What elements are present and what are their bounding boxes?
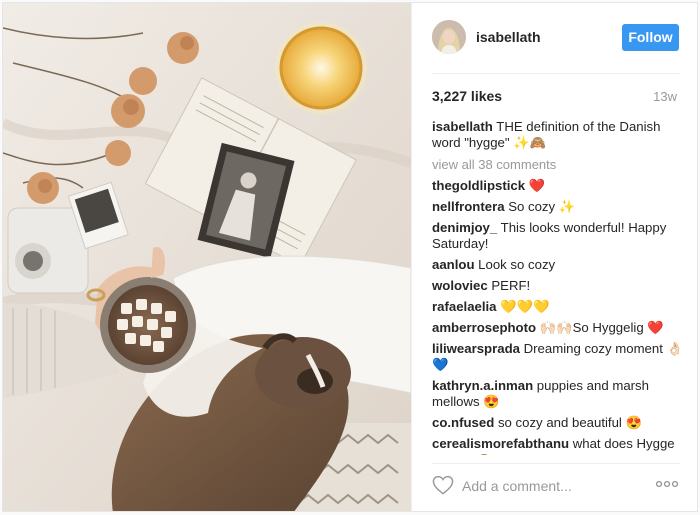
comment-username[interactable]: nellfrontera	[432, 199, 505, 214]
comment-item: denimjoy_ This looks wonderful! Happy Sa…	[432, 220, 684, 252]
comment-username[interactable]: liliwearsprada	[432, 341, 520, 356]
comment-text: So cozy ✨	[504, 199, 576, 214]
comment-item: kathryn.a.inman puppies and marsh mellow…	[432, 378, 684, 410]
caption-username[interactable]: isabellath	[432, 119, 493, 134]
comment-username[interactable]: aanlou	[432, 257, 475, 272]
comment-item: aanlou Look so cozy	[432, 257, 684, 273]
comment-item: amberrosephoto 🙌🏻🙌🏻So Hyggelig ❤️	[432, 320, 684, 336]
post-photo[interactable]	[3, 3, 411, 511]
more-options-icon[interactable]	[655, 477, 679, 491]
likes-count[interactable]: 3,227 likes	[432, 88, 502, 104]
comment-username[interactable]: amberrosephoto	[432, 320, 536, 335]
comment-text: ❤️	[525, 178, 546, 193]
comment-item: rafaelaelia 💛💛💛	[432, 299, 684, 315]
comment-username[interactable]: kathryn.a.inman	[432, 378, 533, 393]
avatar[interactable]	[432, 20, 466, 54]
comment-text: so cozy and beautiful 😍	[494, 415, 642, 430]
comment-item: cerealismorefabthanu what does Hygge mea…	[432, 436, 684, 455]
comment-username[interactable]: denimjoy_	[432, 220, 497, 235]
post-details-panel: isabellath Follow 3,227 likes 13w isabel…	[411, 3, 697, 511]
comment-text: PERF!	[487, 278, 531, 293]
heart-outline-icon[interactable]	[432, 475, 454, 495]
comment-username[interactable]: rafaelaelia	[432, 299, 497, 314]
comment-item: thegoldlipstick ❤️	[432, 178, 684, 194]
post-header: isabellath Follow	[412, 3, 697, 73]
comment-username[interactable]: co.nfused	[432, 415, 494, 430]
comment-item: co.nfused so cozy and beautiful 😍	[432, 415, 684, 431]
comment-item: nellfrontera So cozy ✨	[432, 199, 684, 215]
instagram-post-card: isabellath Follow 3,227 likes 13w isabel…	[2, 2, 698, 512]
comment-username[interactable]: thegoldlipstick	[432, 178, 525, 193]
comment-username[interactable]: cerealismorefabthanu	[432, 436, 569, 451]
comment-text: 💛💛💛	[496, 299, 550, 314]
add-comment-input[interactable]	[462, 475, 652, 497]
post-timestamp[interactable]: 13w	[653, 89, 677, 104]
post-author-username[interactable]: isabellath	[476, 29, 541, 45]
comment-footer	[412, 463, 697, 511]
comment-text: 🙌🏻🙌🏻So Hyggelig ❤️	[536, 320, 664, 335]
view-all-comments-link[interactable]: view all 38 comments	[432, 157, 684, 172]
follow-button[interactable]: Follow	[622, 24, 679, 51]
comment-username[interactable]: woloviec	[432, 278, 488, 293]
comments-list[interactable]: isabellath THE definition of the Danish …	[432, 119, 684, 455]
comment-item: woloviec PERF!	[432, 278, 684, 294]
post-caption: isabellath THE definition of the Danish …	[432, 119, 684, 151]
comment-text: Look so cozy	[474, 257, 556, 272]
header-divider	[432, 73, 680, 74]
comment-item: liliwearsprada Dreaming cozy moment 👌🏻💙	[432, 341, 684, 373]
